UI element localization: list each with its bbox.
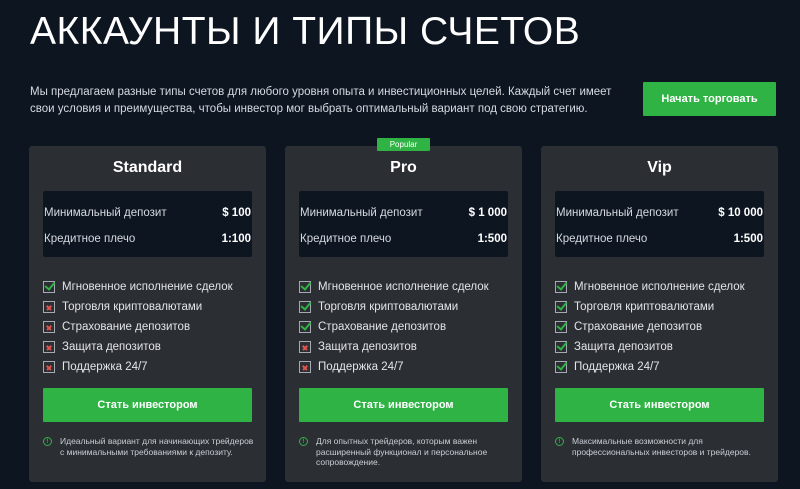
stat-value: 1:500 [477, 233, 507, 245]
feature-item: Торговля криптовалютами [299, 297, 508, 317]
stat-min-deposit: Минимальный депозит $ 10 000 [556, 206, 763, 220]
check-icon [555, 361, 567, 373]
feature-list: Мгновенное исполнение сделок Торговля кр… [43, 277, 252, 377]
feature-label: Страхование депозитов [318, 321, 447, 333]
check-icon [299, 321, 311, 333]
feature-label: Защита депозитов [62, 341, 161, 353]
cross-icon [43, 301, 55, 313]
feature-item: Страхование депозитов [555, 317, 764, 337]
check-icon [555, 341, 567, 353]
stat-label: Кредитное плечо [44, 233, 136, 245]
stat-label: Кредитное плечо [556, 233, 648, 245]
feature-label: Торговля криптовалютами [574, 301, 715, 313]
stats-panel [299, 191, 508, 257]
feature-item: Торговля криптовалютами [43, 297, 252, 317]
feature-item: Защита депозитов [43, 337, 252, 357]
page-title: АККАУНТЫ И ТИПЫ СЧЕТОВ [30, 10, 581, 53]
feature-label: Страхование депозитов [574, 321, 703, 333]
stat-value: 1:500 [733, 233, 763, 245]
stats-panel [43, 191, 252, 257]
account-card-standard: Standard Минимальный депозит $ 100 Креди… [29, 146, 266, 482]
cross-icon [299, 361, 311, 373]
cross-icon [43, 341, 55, 353]
feature-label: Поддержка 24/7 [62, 361, 148, 373]
popular-badge: Popular [377, 138, 430, 151]
stat-leverage: Кредитное плечо 1:100 [44, 232, 251, 246]
feature-label: Защита депозитов [318, 341, 417, 353]
check-icon [299, 301, 311, 313]
feature-label: Мгновенное исполнение сделок [62, 281, 233, 293]
feature-item: Защита депозитов [299, 337, 508, 357]
stat-min-deposit: Минимальный депозит $ 100 [44, 206, 251, 220]
stats-panel [555, 191, 764, 257]
feature-list: Мгновенное исполнение сделок Торговля кр… [299, 277, 508, 377]
card-title: Standard [112, 159, 183, 176]
account-card-vip: Vip Минимальный депозит $ 10 000 Кредитн… [541, 146, 778, 482]
intro-text: Мы предлагаем разные типы счетов для люб… [30, 86, 612, 115]
feature-label: Поддержка 24/7 [318, 361, 404, 373]
card-note-text: Для опытных трейдеров, которым важен рас… [316, 436, 488, 467]
feature-item: Страхование депозитов [43, 317, 252, 337]
card-title: Pro [390, 159, 417, 176]
feature-label: Мгновенное исполнение сделок [574, 281, 745, 293]
feature-item: Мгновенное исполнение сделок [299, 277, 508, 297]
feature-item: Мгновенное исполнение сделок [555, 277, 764, 297]
cross-icon [299, 341, 311, 353]
card-note: ! Максимальные возможности для профессио… [555, 436, 767, 457]
become-investor-button[interactable]: Стать инвестором [555, 388, 764, 422]
feature-label: Мгновенное исполнение сделок [318, 281, 489, 293]
cross-icon [43, 361, 55, 373]
stat-value: $ 100 [222, 207, 251, 219]
feature-label: Поддержка 24/7 [574, 361, 660, 373]
check-icon [43, 281, 55, 293]
feature-item: Поддержка 24/7 [43, 357, 252, 377]
cross-icon [43, 321, 55, 333]
stat-label: Минимальный депозит [300, 207, 423, 219]
feature-label: Торговля криптовалютами [62, 301, 203, 313]
feature-label: Защита депозитов [574, 341, 673, 353]
check-icon [299, 281, 311, 293]
stat-min-deposit: Минимальный депозит $ 1 000 [300, 206, 507, 220]
become-investor-button[interactable]: Стать инвестором [43, 388, 252, 422]
stat-leverage: Кредитное плечо 1:500 [556, 232, 763, 246]
start-trading-button[interactable]: Начать торговать [643, 82, 776, 116]
feature-list: Мгновенное исполнение сделок Торговля кр… [555, 277, 764, 377]
card-note-text: Максимальные возможности для профессиона… [572, 436, 751, 457]
feature-item: Торговля криптовалютами [555, 297, 764, 317]
card-title: Vip [647, 159, 672, 176]
check-icon [555, 301, 567, 313]
feature-item: Поддержка 24/7 [299, 357, 508, 377]
feature-label: Торговля криптовалютами [318, 301, 459, 313]
feature-item: Страхование депозитов [299, 317, 508, 337]
stat-label: Минимальный депозит [44, 207, 167, 219]
feature-label: Страхование депозитов [62, 321, 191, 333]
become-investor-button[interactable]: Стать инвестором [299, 388, 508, 422]
info-icon: ! [555, 437, 564, 446]
stat-value: $ 10 000 [718, 207, 763, 219]
stat-value: $ 1 000 [468, 207, 507, 219]
check-icon [555, 281, 567, 293]
card-note: ! Для опытных трейдеров, которым важен р… [299, 436, 511, 468]
info-icon: ! [43, 437, 52, 446]
stat-label: Кредитное плечо [300, 233, 392, 245]
feature-item: Защита депозитов [555, 337, 764, 357]
info-icon: ! [299, 437, 308, 446]
feature-item: Поддержка 24/7 [555, 357, 764, 377]
stat-value: 1:100 [221, 233, 251, 245]
stat-label: Минимальный депозит [556, 207, 679, 219]
check-icon [555, 321, 567, 333]
card-note: ! Идеальный вариант для начинающих трейд… [43, 436, 255, 457]
account-card-pro: Pro Минимальный депозит $ 1 000 Кредитно… [285, 146, 522, 482]
feature-item: Мгновенное исполнение сделок [43, 277, 252, 297]
stat-leverage: Кредитное плечо 1:500 [300, 232, 507, 246]
card-note-text: Идеальный вариант для начинающих трейдер… [60, 436, 254, 457]
